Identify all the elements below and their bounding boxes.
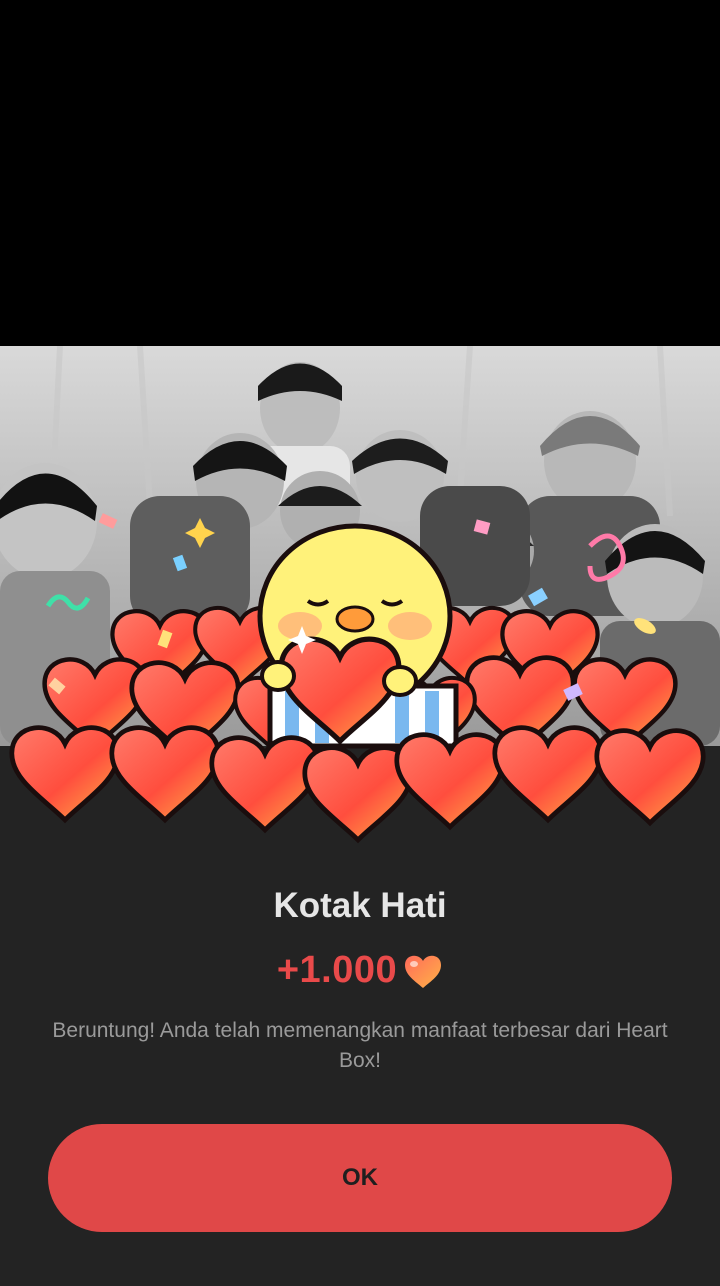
- reward-amount-value: +1.000: [276, 949, 398, 991]
- dimmed-overlay: [0, 0, 720, 346]
- ok-button[interactable]: OK: [48, 1124, 672, 1232]
- dialog-title: Kotak Hati: [273, 886, 447, 925]
- chick-illustration: [257, 523, 459, 749]
- reward-amount: +1.000: [0, 949, 720, 992]
- dialog-message: Beruntung! Anda telah memenangkan manfaa…: [52, 1019, 668, 1072]
- heart-box-dialog: Kotak Hati +1.000 Beruntung! Anda telah …: [0, 346, 720, 1286]
- heart-icon: [403, 953, 443, 989]
- chick-with-heart-gift-illustration: [0, 506, 720, 846]
